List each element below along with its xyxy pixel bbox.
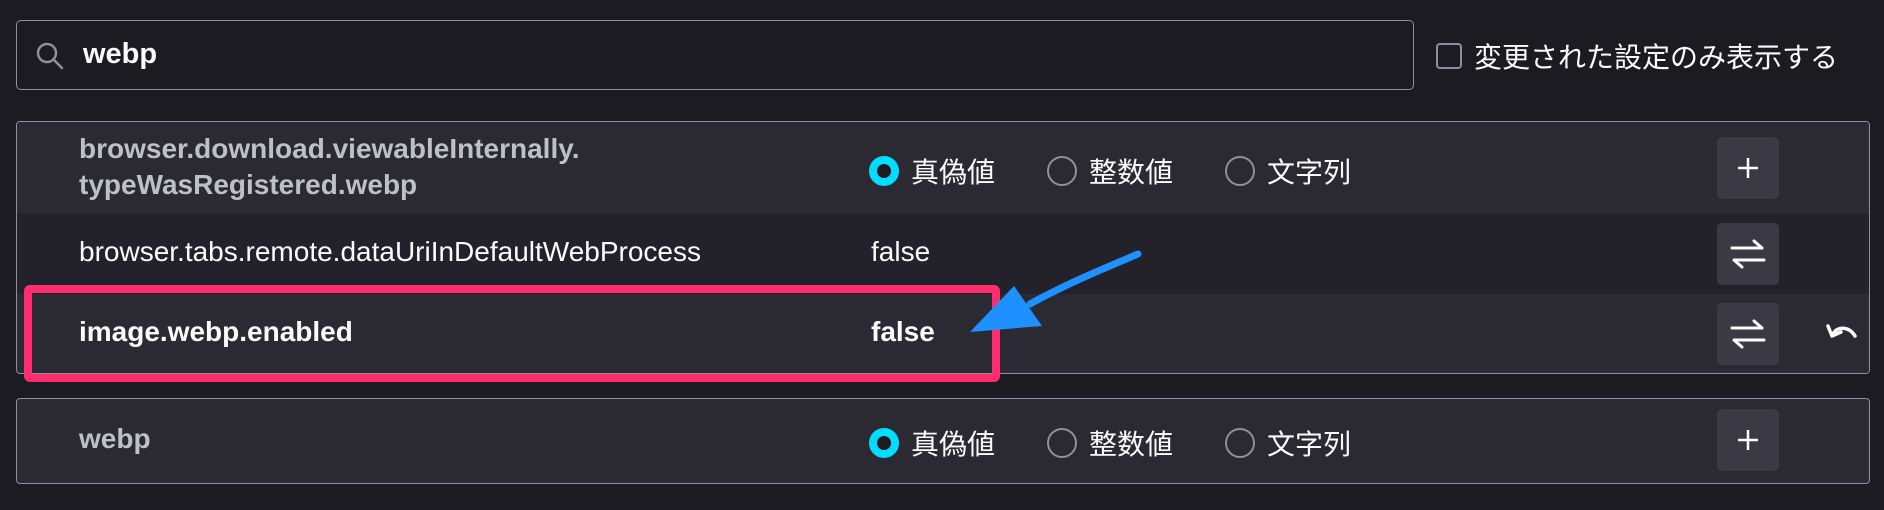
radio-button[interactable] <box>869 156 899 186</box>
radio-boolean[interactable]: 真偽値 <box>869 423 995 463</box>
pref-name: webp <box>79 423 151 454</box>
radio-label: 整数値 <box>1089 156 1174 189</box>
modified-only-label: 変更された設定のみ表示する <box>1474 41 1839 74</box>
radio-label: 文字列 <box>1267 156 1352 189</box>
pref-row: browser.download.viewableInternally. typ… <box>17 122 1869 214</box>
add-button[interactable] <box>1717 409 1779 471</box>
prefs-table: browser.download.viewableInternally. typ… <box>16 121 1870 374</box>
radio-label: 真偽値 <box>911 428 996 461</box>
pref-value: false <box>871 316 935 347</box>
add-button[interactable] <box>1717 137 1779 199</box>
radio-label: 整数値 <box>1089 428 1174 461</box>
radio-button[interactable] <box>869 428 899 458</box>
modified-only-filter[interactable]: 変更された設定のみ表示する <box>1436 38 1838 74</box>
pref-name: browser.download.viewableInternally. typ… <box>79 131 580 203</box>
toggle-arrows-icon <box>1730 239 1766 269</box>
pref-value: false <box>871 236 931 267</box>
new-pref-row: webp 真偽値 整数値 文字列 <box>16 398 1870 484</box>
radio-button[interactable] <box>1225 428 1256 458</box>
modified-only-checkbox[interactable] <box>1436 43 1462 69</box>
radio-string[interactable]: 文字列 <box>1225 151 1351 191</box>
radio-label: 真偽値 <box>911 156 996 189</box>
toggle-button[interactable] <box>1717 223 1779 285</box>
toggle-arrows-icon <box>1730 319 1766 349</box>
search-box[interactable]: webp <box>16 20 1414 90</box>
radio-boolean[interactable]: 真偽値 <box>869 151 995 191</box>
search-icon <box>36 42 64 70</box>
radio-number[interactable]: 整数値 <box>1047 423 1173 463</box>
pref-name: browser.tabs.remote.dataUriInDefaultWebP… <box>79 236 701 267</box>
plus-icon <box>1738 158 1758 178</box>
pref-row: browser.tabs.remote.dataUriInDefaultWebP… <box>17 214 1869 294</box>
radio-number[interactable]: 整数値 <box>1047 151 1173 191</box>
undo-icon <box>1826 324 1857 338</box>
plus-icon <box>1738 430 1758 450</box>
pref-name-line: browser.download.viewableInternally. <box>79 133 580 164</box>
search-input[interactable]: webp <box>83 21 157 88</box>
type-radio-group: 真偽値 整数値 文字列 <box>869 151 1403 191</box>
toggle-button[interactable] <box>1717 303 1779 365</box>
type-radio-group: 真偽値 整数値 文字列 <box>869 423 1403 463</box>
reset-button[interactable] <box>1811 303 1869 365</box>
radio-string[interactable]: 文字列 <box>1225 423 1351 463</box>
pref-name: image.webp.enabled <box>79 316 353 347</box>
radio-button[interactable] <box>1047 156 1078 186</box>
pref-row-modified: image.webp.enabled false <box>17 294 1869 373</box>
pref-name-line: typeWasRegistered.webp <box>79 169 418 200</box>
radio-label: 文字列 <box>1267 428 1352 461</box>
radio-button[interactable] <box>1047 428 1078 458</box>
radio-button[interactable] <box>1225 156 1256 186</box>
